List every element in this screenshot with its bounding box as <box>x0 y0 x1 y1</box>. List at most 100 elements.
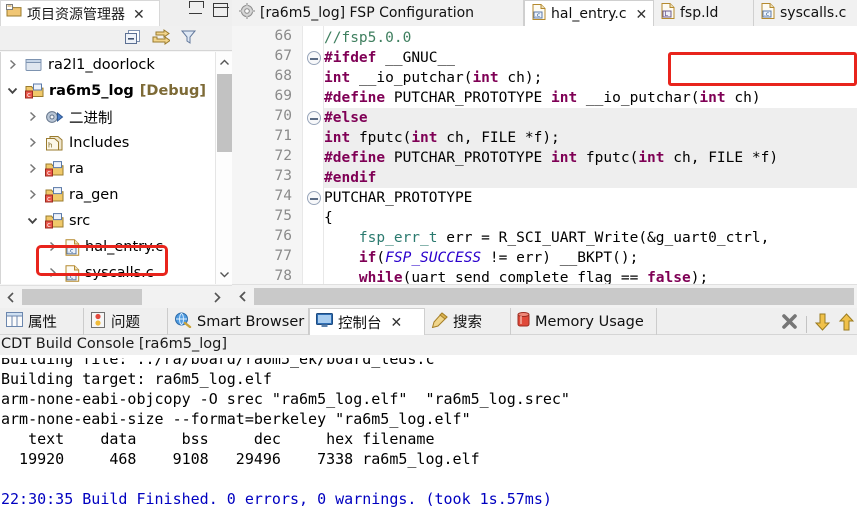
project-tree-vscrollbar[interactable] <box>215 52 232 284</box>
memory-usage-icon <box>517 311 530 332</box>
folding-gutter[interactable] <box>302 26 324 284</box>
code-line[interactable]: #else <box>324 108 857 128</box>
tab-problems[interactable]: 问题 <box>84 308 168 335</box>
code-line[interactable]: //fsp5.0.0 <box>324 28 411 48</box>
tab-smart-browser[interactable]: Smart Browser <box>168 308 309 335</box>
project-explorer-tabrow: 项目资源管理器 ✕ <box>0 0 232 26</box>
hscroll-thumb[interactable] <box>22 289 142 305</box>
tree-item-Includes[interactable]: h Includes <box>1 130 232 156</box>
view-filter-icon[interactable] <box>180 29 197 50</box>
fold-collapse-icon[interactable] <box>307 51 321 65</box>
line-number: 70 <box>274 108 292 124</box>
code-editor[interactable]: 66 67 68 69 70 71 72 73 74 75 76 77 78 //fsp5.0.0 #if… <box>232 26 857 284</box>
close-icon[interactable]: ✕ <box>133 7 145 21</box>
chevron-down-icon[interactable] <box>27 215 40 228</box>
tree-item-[interactable]: 二进制 <box>1 104 232 130</box>
code-line[interactable]: int fputc(int ch, FILE *f); <box>324 128 857 148</box>
tab-label: syscalls.c <box>780 5 847 21</box>
tab-memory-usage[interactable]: Memory Usage <box>511 308 657 335</box>
link-with-editor-icon[interactable] <box>151 29 171 50</box>
tab-label: hal_entry.c <box>551 5 627 22</box>
chevron-right-icon[interactable] <box>27 111 40 124</box>
maximize-button[interactable] <box>213 3 229 17</box>
hscroll-thumb[interactable] <box>254 288 854 305</box>
console-output[interactable]: Building file: ../ra/board/ra6m5_ek/boar… <box>0 355 857 517</box>
scroll-left-icon[interactable] <box>232 285 254 307</box>
tree-item-build-config: [Debug] <box>139 83 207 99</box>
closed-project-icon <box>25 57 43 73</box>
scroll-right-icon[interactable] <box>206 286 228 308</box>
pin-console-button[interactable] <box>838 312 855 336</box>
code-line[interactable]: #endif <box>324 168 857 188</box>
tree-item-label: src <box>69 213 91 229</box>
chevron-right-icon[interactable] <box>7 59 20 72</box>
line-number: 73 <box>274 168 292 184</box>
chevron-right-icon[interactable] <box>27 163 40 176</box>
tree-item-ra6m5_log[interactable]: c ra6m5_log [Debug] <box>1 78 232 104</box>
tree-item-syscalls.c[interactable]: .c syscalls.c <box>1 260 232 284</box>
tree-item-ra[interactable]: c ra <box>1 156 232 182</box>
close-icon[interactable]: ✕ <box>636 7 648 21</box>
chevron-down-icon[interactable] <box>7 85 20 98</box>
code-line[interactable]: #define PUTCHAR_PROTOTYPE int fputc(int … <box>324 148 857 168</box>
minimize-button[interactable] <box>189 0 204 14</box>
tree-item-ra_gen[interactable]: c ra_gen <box>1 182 232 208</box>
svg-text:.c: .c <box>68 247 74 254</box>
close-icon[interactable]: ✕ <box>391 315 403 329</box>
tree-item-hal_entry.c[interactable]: .c hal_entry.c <box>1 234 232 260</box>
console-title: CDT Build Console [ra6m5_log] <box>0 335 857 355</box>
chevron-right-icon[interactable] <box>27 137 40 150</box>
scroll-left-icon[interactable] <box>0 286 22 308</box>
line-number: 77 <box>274 248 292 264</box>
chevron-right-icon[interactable] <box>47 241 60 254</box>
fold-collapse-icon[interactable] <box>307 111 321 125</box>
project-tree[interactable]: ra2l1_doorlock c ra6m5_log [Debug] 二进制 h Inclu… <box>0 52 232 284</box>
svg-text:h: h <box>48 142 52 150</box>
tab-fsp-ld[interactable]: L fsp.ld <box>654 0 754 26</box>
c-project-icon: c <box>25 83 44 99</box>
includes-icon: h <box>45 135 64 151</box>
code-line[interactable]: while(uart send complete flag == false); <box>324 268 708 284</box>
tab-search[interactable]: 搜索 <box>425 308 511 335</box>
svg-text:c: c <box>47 195 51 203</box>
scroll-up-icon[interactable] <box>216 52 233 72</box>
clear-console-button[interactable] <box>780 312 799 336</box>
code-line[interactable]: fsp_err_t err = R_SCI_UART_Write(&g_uart… <box>324 228 769 248</box>
tree-item-src[interactable]: c src <box>1 208 232 234</box>
tab-project-explorer[interactable]: 项目资源管理器 ✕ <box>0 0 160 26</box>
project-explorer-icon <box>6 3 23 24</box>
line-number: 67 <box>274 48 292 64</box>
smart-browser-icon <box>174 312 192 332</box>
code-line[interactable]: { <box>324 208 333 228</box>
fold-collapse-icon[interactable] <box>307 191 321 205</box>
tree-item-ra2l1_doorlock[interactable]: ra2l1_doorlock <box>1 52 232 78</box>
vscroll-thumb[interactable] <box>217 74 232 152</box>
tab-fsp-configuration[interactable]: [ra6m5_log] FSP Configuration <box>232 0 524 26</box>
scroll-down-icon[interactable] <box>216 264 233 284</box>
tab-syscalls-c[interactable]: .c syscalls.c <box>754 0 857 26</box>
console-output-line: Building file: ../ra/board/ra6m5_ek/boar… <box>1 355 435 368</box>
chevron-right-icon[interactable] <box>47 267 60 280</box>
code-line[interactable]: #ifdef __GNUC__ <box>324 48 455 68</box>
tree-item-label: ra <box>69 161 84 177</box>
c-file-icon: .c <box>65 238 80 256</box>
console-output-line: Building target: ra6m5_log.elf <box>1 370 272 388</box>
code-text-area[interactable]: //fsp5.0.0 #ifdef __GNUC__ int __io_putcha… <box>324 26 857 284</box>
tree-item-label: hal_entry.c <box>85 239 164 255</box>
code-line[interactable]: #define PUTCHAR_PROTOTYPE int __io_putch… <box>324 88 761 108</box>
tab-hal-entry-c[interactable]: .c hal_entry.c ✕ <box>524 0 654 26</box>
project-tree-hscrollbar[interactable] <box>0 285 232 308</box>
tab-console[interactable]: 控制台 ✕ <box>309 308 425 335</box>
scroll-lock-button[interactable] <box>814 313 831 336</box>
code-line[interactable]: int __io_putchar(int ch); <box>324 68 542 88</box>
collapse-all-icon[interactable] <box>124 29 141 50</box>
chevron-right-icon[interactable] <box>27 189 40 202</box>
editor-hscrollbar[interactable] <box>232 284 857 308</box>
tab-label: 属性 <box>28 315 57 331</box>
tab-properties[interactable]: 属性 <box>0 308 84 335</box>
code-line[interactable]: if(FSP_SUCCESS != err) __BKPT(); <box>324 248 638 268</box>
code-line[interactable]: PUTCHAR_PROTOTYPE <box>324 188 472 208</box>
tree-item-label: ra2l1_doorlock <box>48 57 155 73</box>
source-folder-icon: c <box>45 187 64 203</box>
tab-label: [ra6m5_log] FSP Configuration <box>260 5 475 21</box>
